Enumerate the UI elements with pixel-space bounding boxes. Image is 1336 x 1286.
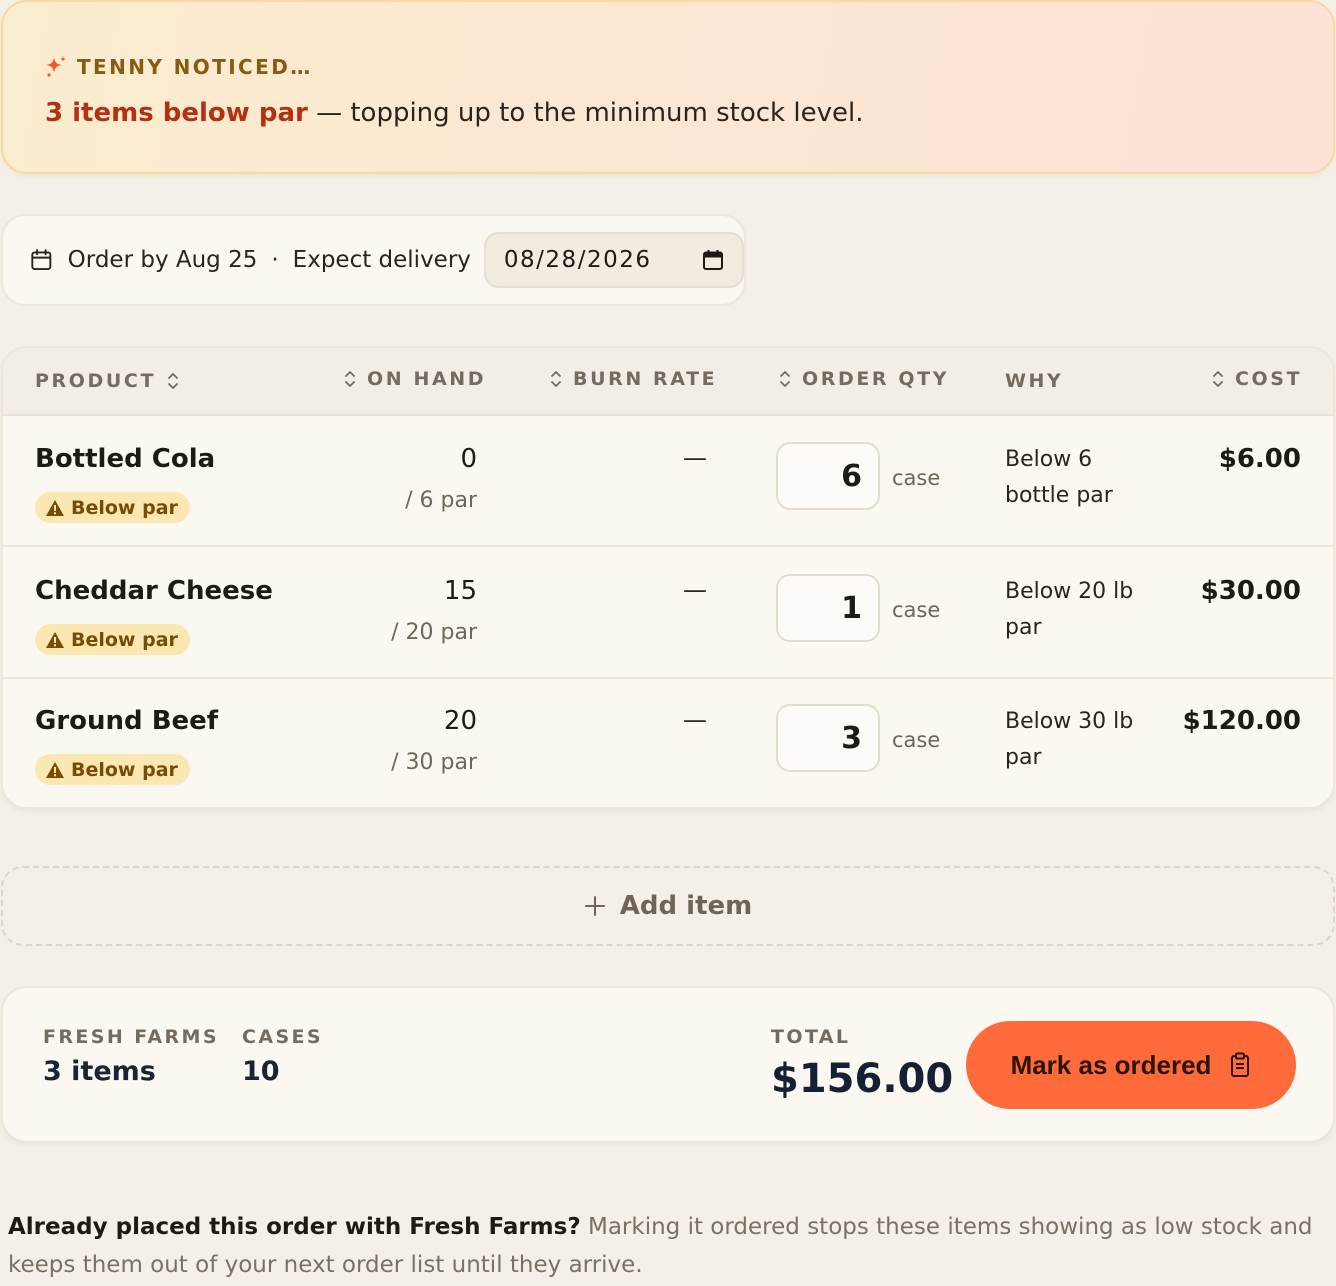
sparkle-icon (46, 56, 66, 77)
badge-label: Below par (71, 628, 178, 651)
burn-rate-value: — (683, 706, 707, 734)
table-row: Ground Beef Below par 20 / 30 par — 3 ca… (3, 678, 1333, 807)
column-label-why: WHY (1005, 370, 1064, 392)
par-level: / 30 par (391, 750, 477, 775)
footnote: Already placed this order with Fresh Far… (8, 1208, 1328, 1284)
product-name[interactable]: Ground Beef (35, 706, 218, 736)
product-name[interactable]: Bottled Cola (35, 444, 215, 474)
warning-icon (46, 761, 64, 778)
sort-icon (551, 371, 561, 387)
total-amount: $156.00 (771, 1056, 954, 1102)
expect-delivery-label: Expect delivery (292, 247, 471, 273)
order-qty-value: 3 (841, 720, 862, 756)
column-label-cost: COST (1235, 368, 1303, 390)
table-row: Cheddar Cheese Below par 15 / 20 par — 1… (3, 548, 1333, 679)
qty-unit: case (892, 466, 941, 490)
calendar-icon (31, 249, 52, 270)
insight-message: 3 items below par — topping up to the mi… (45, 98, 863, 128)
insight-eyebrow: TENNY NOTICED… (77, 55, 313, 79)
below-par-badge: Below par (35, 492, 190, 523)
order-qty-value: 1 (841, 590, 862, 626)
sort-icon (345, 371, 355, 387)
column-header-cost[interactable]: COST (1211, 368, 1302, 390)
on-hand-value: 0 (460, 444, 477, 474)
reason-text: Below 20 lb par (1005, 579, 1134, 640)
cases-label: CASES (242, 1026, 323, 1048)
mark-as-ordered-label: Mark as ordered (1010, 1049, 1212, 1080)
order-by-text: Order by Aug 25 (67, 247, 258, 273)
column-header-why: WHY (1005, 370, 1063, 392)
badge-label: Below par (71, 496, 178, 519)
line-cost: $30.00 (1200, 576, 1301, 606)
total-label: TOTAL (771, 1026, 851, 1048)
table-header: PRODUCT ON HAND BURN RATE ORDER QTY WHY … (3, 348, 1333, 416)
warning-icon (46, 631, 64, 648)
add-item-label: Add item (619, 891, 753, 921)
column-label-burn-rate: BURN RATE (573, 368, 718, 390)
column-label-product: PRODUCT (35, 370, 157, 392)
cases-count: 10 (242, 1056, 280, 1087)
order-table: PRODUCT ON HAND BURN RATE ORDER QTY WHY … (1, 346, 1335, 809)
burn-rate-value: — (683, 444, 707, 472)
below-par-badge: Below par (35, 754, 190, 785)
order-qty-input[interactable]: 3 (776, 704, 880, 772)
qty-unit: case (892, 598, 941, 622)
line-cost: $120.00 (1182, 706, 1301, 736)
column-label-on-hand: ON HAND (367, 368, 487, 390)
column-header-product[interactable]: PRODUCT (35, 370, 180, 392)
mark-as-ordered-button[interactable]: Mark as ordered (966, 1021, 1296, 1109)
par-level: / 6 par (405, 488, 477, 513)
delivery-date-value: 08/28/2026 (503, 247, 652, 273)
table-row: Bottled Cola Below par 0 / 6 par — 6 cas… (3, 416, 1333, 547)
badge-label: Below par (71, 758, 178, 781)
insight-header: TENNY NOTICED… (43, 54, 313, 80)
supplier-label: FRESH FARMS (43, 1026, 219, 1048)
order-schedule-bar: Order by Aug 25 · Expect delivery 08/28/… (1, 214, 746, 306)
separator-dot: · (271, 247, 279, 273)
on-hand-value: 20 (443, 706, 477, 736)
burn-rate-value: — (683, 576, 707, 604)
order-summary: FRESH FARMS 3 items CASES 10 TOTAL $156.… (1, 986, 1335, 1143)
insight-highlight: 3 items below par (45, 98, 308, 128)
column-header-on-hand[interactable]: ON HAND (343, 368, 486, 390)
on-hand-value: 15 (443, 576, 477, 606)
sort-icon (1213, 371, 1223, 387)
order-qty-input[interactable]: 1 (776, 574, 880, 642)
qty-unit: case (892, 728, 941, 752)
below-par-badge: Below par (35, 624, 190, 655)
par-level: / 20 par (391, 620, 477, 645)
column-header-order-qty[interactable]: ORDER QTY (778, 368, 949, 390)
add-item-button[interactable]: Add item (1, 866, 1335, 946)
delivery-date-input[interactable]: 08/28/2026 (483, 232, 744, 288)
warning-icon (46, 499, 64, 516)
plus-icon (584, 896, 605, 916)
order-qty-input[interactable]: 6 (776, 442, 880, 510)
reason-text: Below 30 lb par (1005, 709, 1134, 770)
supplier-item-count: 3 items (43, 1056, 156, 1087)
insight-text: — topping up to the minimum stock level. (307, 98, 864, 128)
order-qty-value: 6 (841, 458, 862, 494)
date-picker-icon[interactable] (702, 249, 724, 271)
footnote-question: Already placed this order with Fresh Far… (8, 1214, 581, 1240)
product-name[interactable]: Cheddar Cheese (35, 576, 273, 606)
insight-banner: TENNY NOTICED… 3 items below par — toppi… (1, 0, 1335, 174)
sort-icon (168, 373, 178, 389)
clipboard-icon (1231, 1052, 1250, 1077)
column-label-order-qty: ORDER QTY (802, 368, 950, 390)
column-header-burn-rate[interactable]: BURN RATE (549, 368, 717, 390)
line-cost: $6.00 (1218, 444, 1301, 474)
sort-icon (780, 371, 790, 387)
reason-text: Below 6 bottle par (1005, 447, 1113, 508)
